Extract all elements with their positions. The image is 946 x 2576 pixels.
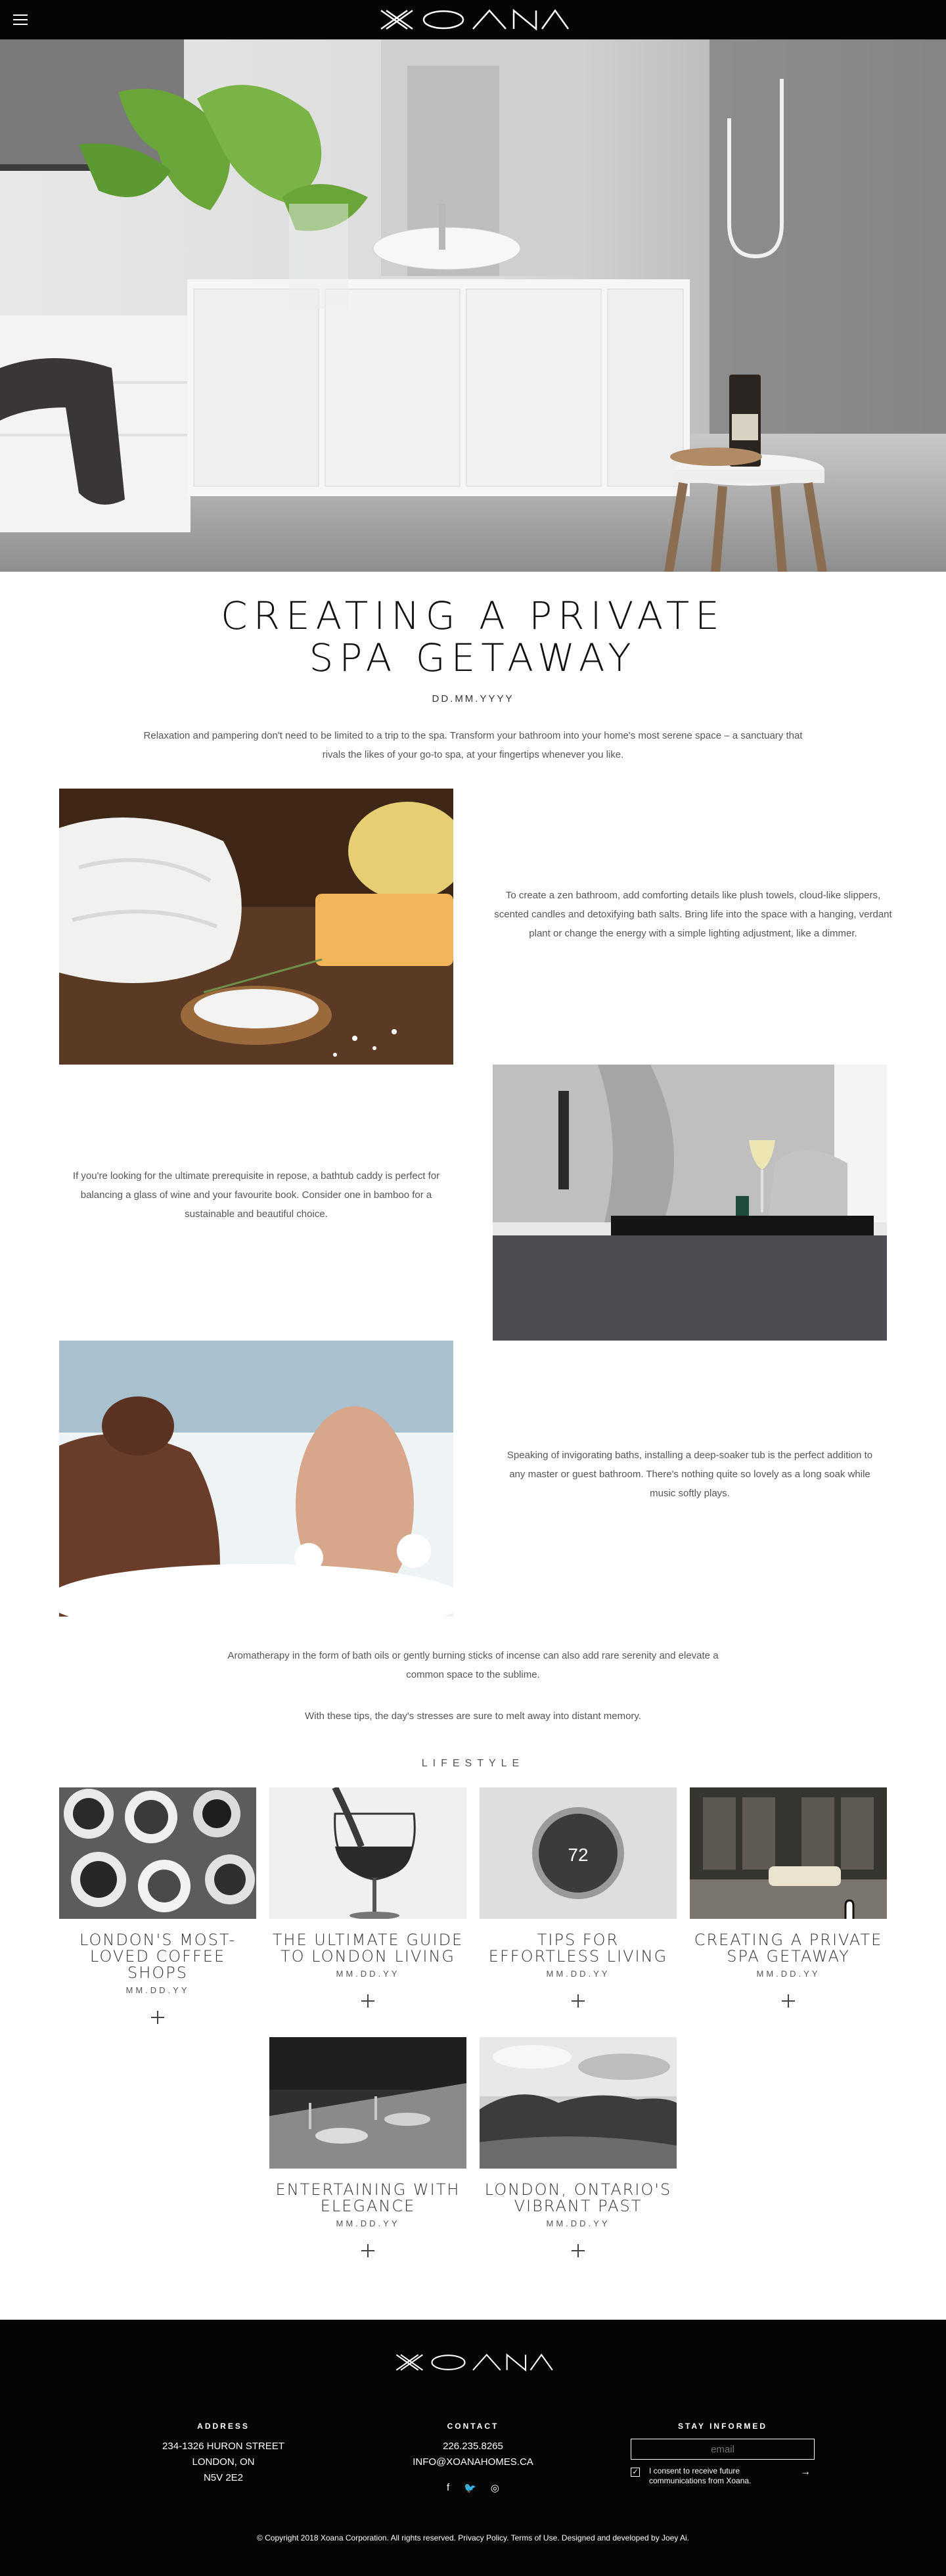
contact-heading: CONTACT (447, 2422, 499, 2431)
expand-plus-icon[interactable] (570, 1993, 586, 2009)
address-line-1: 234-1326 HURON STREET (162, 2441, 284, 2452)
brand-logo[interactable] (374, 7, 572, 33)
hand-pointer-cursor-icon (844, 1899, 855, 1919)
thermostat-reading: 72 (568, 1845, 588, 1865)
social-links: f 🐦 ◎ (394, 2482, 552, 2494)
towel-soap-photo (59, 789, 453, 1065)
submit-arrow-icon[interactable]: → (800, 2466, 811, 2478)
dining-table-photo[interactable] (269, 2037, 466, 2169)
lifestyle-card-2[interactable]: THE ULTIMATE GUIDE TO LONDON LIVING MM.D… (269, 1787, 466, 2009)
consent-row: ✓ I consent to receive future communicat… (631, 2466, 815, 2486)
stay-informed-heading: STAY INFORMED (677, 2422, 768, 2431)
woman-bath-photo (59, 1341, 453, 1617)
smart-thermostat-photo[interactable]: 72 (480, 1787, 677, 1919)
expand-plus-icon[interactable] (780, 1993, 796, 2009)
twitter-icon[interactable]: 🐦 (464, 2482, 476, 2494)
article-paragraph-2: If you're looking for the ultimate prere… (72, 1170, 440, 1220)
article-paragraph-3: Speaking of invigorating baths, installi… (507, 1450, 873, 1499)
card-date: MM.DD.YY (125, 1985, 190, 1995)
menu-icon[interactable] (13, 14, 28, 25)
address-line-2: LONDON, ON (192, 2456, 255, 2468)
footer-newsletter: STAY INFORMED ✓ I consent to receive fut… (631, 2422, 815, 2486)
card-title[interactable]: LONDON'S MOST-LOVED COFFEE SHOPS (59, 1932, 256, 1981)
phone-link[interactable]: 226.235.8265 (394, 2439, 552, 2454)
article-title: CREATING A PRIVATE SPA GETAWAY (0, 595, 946, 679)
card-date: MM.DD.YY (336, 2219, 400, 2228)
card-date: MM.DD.YY (336, 1969, 400, 1979)
card-title[interactable]: LONDON, ONTARIO'S VIBRANT PAST (480, 2182, 677, 2215)
card-title[interactable]: CREATING A PRIVATE SPA GETAWAY (690, 1932, 887, 1965)
bathtub-caddy-photo (493, 1065, 887, 1341)
card-title[interactable]: THE ULTIMATE GUIDE TO LONDON LIVING (269, 1932, 466, 1965)
expand-plus-icon[interactable] (150, 2010, 166, 2025)
article-title-line-1: CREATING A PRIVATE (221, 593, 725, 638)
facebook-icon[interactable]: f (447, 2482, 449, 2494)
card-date: MM.DD.YY (546, 1969, 610, 1979)
instagram-icon[interactable]: ◎ (491, 2482, 499, 2494)
consent-text: I consent to receive future communicatio… (649, 2466, 752, 2485)
top-navigation-bar (0, 0, 946, 39)
privacy-policy-link[interactable]: Privacy Policy. (458, 2533, 508, 2542)
expand-plus-icon[interactable] (360, 2243, 376, 2259)
newsletter-email-input[interactable] (631, 2439, 815, 2460)
card-date: MM.DD.YY (546, 2219, 610, 2228)
lifestyle-card-3[interactable]: 72 TIPS FOR EFFORTLESS LIVING MM.DD.YY (480, 1787, 677, 2009)
article-title-line-2: SPA GETAWAY (309, 635, 637, 680)
terms-of-use-link[interactable]: Terms of Use. (511, 2533, 560, 2542)
footer-contact: CONTACT 226.235.8265 INFO@XOANAHOMES.CA … (394, 2422, 552, 2494)
expand-plus-icon[interactable] (360, 1993, 376, 2009)
lifestyle-card-5[interactable]: ENTERTAINING WITH ELEGANCE MM.DD.YY (269, 2037, 466, 2259)
landscape-photo[interactable] (480, 2037, 677, 2169)
footer-address: ADDRESS 234-1326 HURON STREET LONDON, ON… (145, 2422, 302, 2486)
wine-glass-photo[interactable] (269, 1787, 466, 1919)
email-link[interactable]: INFO@XOANAHOMES.CA (394, 2454, 552, 2470)
card-title[interactable]: TIPS FOR EFFORTLESS LIVING (480, 1932, 677, 1965)
card-date: MM.DD.YY (756, 1969, 821, 1979)
consent-checkbox[interactable]: ✓ (631, 2468, 640, 2477)
lifestyle-card-4[interactable]: CREATING A PRIVATE SPA GETAWAY MM.DD.YY (690, 1787, 887, 2009)
article-intro: Relaxation and pampering don't need to b… (143, 730, 803, 760)
article-date: DD.MM.YYYY (432, 693, 514, 704)
address-line-3: N5V 2E2 (203, 2472, 244, 2483)
hero-bathroom-photo (0, 39, 946, 572)
lifestyle-section-label: LIFESTYLE (421, 1758, 525, 1769)
lifestyle-card-6[interactable]: LONDON, ONTARIO'S VIBRANT PAST MM.DD.YY (480, 2037, 677, 2259)
article-paragraph-1: To create a zen bathroom, add comforting… (494, 890, 892, 939)
footer-brand-logo[interactable] (391, 2349, 555, 2376)
article-closing-2: With these tips, the day's stresses are … (305, 1711, 641, 1722)
designer-credit: Designed and developed by Joey Ai. (561, 2533, 690, 2542)
closet-lounge-photo[interactable] (690, 1787, 887, 1919)
expand-plus-icon[interactable] (570, 2243, 586, 2259)
article-closing-1: Aromatherapy in the form of bath oils or… (227, 1650, 719, 1680)
lifestyle-card-1[interactable]: LONDON'S MOST-LOVED COFFEE SHOPS MM.DD.Y… (59, 1787, 256, 2025)
copyright-text: © Copyright 2018 Xoana Corporation. All … (256, 2533, 456, 2542)
coffee-cups-photo[interactable] (59, 1787, 256, 1919)
address-heading: ADDRESS (197, 2422, 250, 2431)
card-title[interactable]: ENTERTAINING WITH ELEGANCE (269, 2182, 466, 2215)
copyright-bar: © Copyright 2018 Xoana Corporation. All … (0, 2533, 946, 2542)
